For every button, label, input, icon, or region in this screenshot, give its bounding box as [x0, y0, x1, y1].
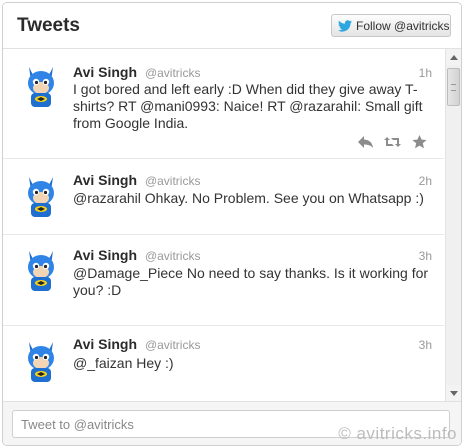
follow-button-label: Follow @avitricks [356, 18, 450, 33]
tweet-item[interactable]: Avi Singh @avitricks 3h @_faizan Hey :) [3, 326, 444, 401]
reply-icon[interactable] [357, 135, 374, 149]
author-name[interactable]: Avi Singh [73, 247, 137, 263]
tweet-timeline: Avi Singh @avitricks 1h I got bored and … [3, 49, 444, 401]
widget-header: Tweets Follow @avitricks [3, 3, 461, 49]
tweet-timestamp[interactable]: 3h [419, 249, 432, 263]
mention-link[interactable]: @razarahil [73, 190, 141, 206]
follow-button[interactable]: Follow @avitricks [331, 14, 451, 37]
tweet-actions [357, 135, 428, 149]
tweet-item[interactable]: Avi Singh @avitricks 3h @Damage_Piece No… [3, 235, 444, 326]
author-name[interactable]: Avi Singh [73, 172, 137, 188]
twitter-widget: Tweets Follow @avitricks Avi Singh @avit… [2, 2, 462, 446]
avatar[interactable] [23, 171, 59, 219]
mention-link[interactable]: @razarahil [289, 98, 357, 114]
tweet-item[interactable]: Avi Singh @avitricks 2h @razarahil Ohkay… [3, 159, 444, 235]
mention-link[interactable]: @mani0993 [140, 98, 216, 114]
twitter-bird-icon [338, 19, 352, 32]
tweet-text: @Damage_Piece No need to say thanks. Is … [73, 265, 435, 299]
compose-footer [3, 401, 461, 445]
tweet-text-part: Hey :) [132, 355, 174, 371]
tweet-author[interactable]: Avi Singh @avitricks [73, 247, 200, 263]
tweet-author[interactable]: Avi Singh @avitricks [73, 336, 200, 352]
mention-link[interactable]: @Damage_Piece [73, 265, 183, 281]
tweet-compose-input[interactable] [12, 410, 450, 438]
author-handle[interactable]: @avitricks [145, 66, 201, 80]
author-name[interactable]: Avi Singh [73, 336, 137, 352]
avatar[interactable] [23, 336, 59, 384]
retweet-icon[interactable] [384, 135, 401, 149]
tweet-author[interactable]: Avi Singh @avitricks [73, 172, 200, 188]
tweet-text: I got bored and left early :D When did t… [73, 81, 435, 132]
avatar[interactable] [23, 61, 59, 109]
tweet-author[interactable]: Avi Singh @avitricks [73, 64, 200, 80]
author-name[interactable]: Avi Singh [73, 64, 137, 80]
avatar[interactable] [23, 245, 59, 293]
tweet-text-part: Ohkay. No Problem. See you on Whatsapp :… [140, 190, 424, 206]
tweet-text-part: : Naice! RT [215, 98, 290, 114]
author-handle[interactable]: @avitricks [145, 249, 201, 263]
widget-title: Tweets [17, 15, 81, 36]
scroll-thumb[interactable] [447, 68, 460, 106]
tweet-item[interactable]: Avi Singh @avitricks 1h I got bored and … [3, 49, 444, 159]
scroll-up-arrow-icon[interactable] [446, 49, 461, 65]
tweet-timestamp[interactable]: 1h [419, 66, 432, 80]
scroll-down-arrow-icon[interactable] [446, 385, 461, 401]
tweet-timestamp[interactable]: 3h [419, 338, 432, 352]
tweet-text: @razarahil Ohkay. No Problem. See you on… [73, 190, 435, 207]
favorite-icon[interactable] [411, 135, 428, 149]
author-handle[interactable]: @avitricks [145, 174, 201, 188]
tweet-timestamp[interactable]: 2h [419, 174, 432, 188]
author-handle[interactable]: @avitricks [145, 338, 201, 352]
mention-link[interactable]: @_faizan [73, 355, 132, 371]
timeline-scrollbar[interactable] [445, 49, 461, 401]
tweet-text: @_faizan Hey :) [73, 355, 435, 372]
